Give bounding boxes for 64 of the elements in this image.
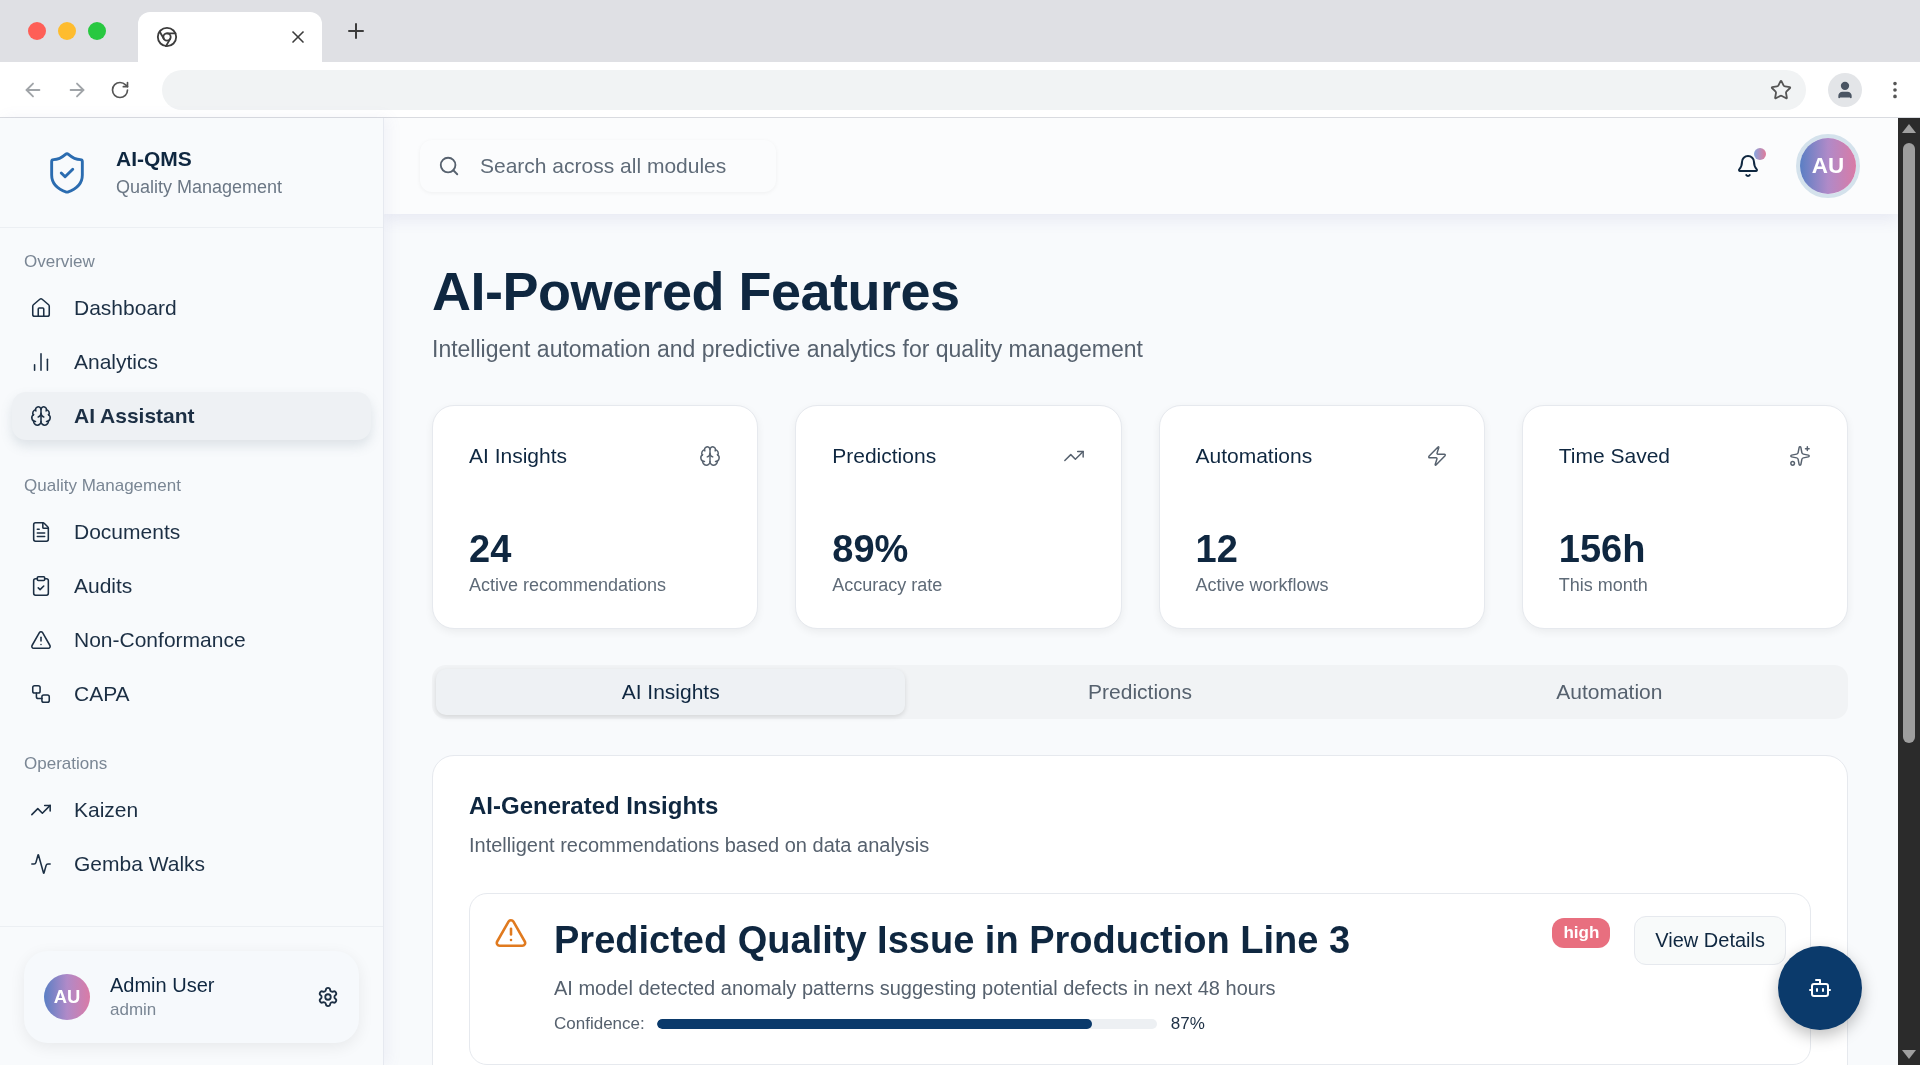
document-icon bbox=[30, 521, 52, 543]
house-icon bbox=[30, 297, 52, 319]
search-icon bbox=[438, 155, 460, 177]
robot-icon bbox=[1808, 976, 1832, 1000]
insight-description: AI model detected anomaly patterns suggesting potential defects in next 48 hours bbox=[554, 977, 1277, 1000]
confidence-value: 87% bbox=[1170, 1014, 1205, 1034]
nav-item[interactable]: AI Assistant bbox=[12, 392, 371, 440]
nav-item[interactable]: Gemba Walks bbox=[12, 840, 371, 888]
view-details-button[interactable]: View Details bbox=[1634, 916, 1786, 965]
confidence-label: Confidence: bbox=[554, 1014, 645, 1034]
star-icon[interactable] bbox=[1770, 78, 1792, 101]
priority-badge: high bbox=[1552, 918, 1611, 948]
stat-title: Predictions bbox=[832, 444, 937, 468]
section-label: Operations bbox=[23, 754, 109, 774]
scrollbar[interactable] bbox=[1898, 118, 1920, 1065]
nav-item[interactable]: Non-Conformance bbox=[12, 616, 371, 664]
workflow-icon bbox=[30, 683, 52, 705]
search-field[interactable]: Search across all modules bbox=[478, 153, 758, 179]
user-avatar: AU bbox=[44, 974, 90, 1020]
warning-icon bbox=[30, 629, 52, 651]
stat-value: 24 bbox=[469, 528, 513, 571]
user-role: admin bbox=[110, 1000, 158, 1020]
stat-caption: Active workflows bbox=[1195, 575, 1330, 596]
app-subtitle: Quality Management bbox=[116, 177, 283, 198]
stat-title: AI Insights bbox=[469, 444, 568, 468]
reload-icon[interactable] bbox=[110, 79, 130, 100]
lightning-icon bbox=[1425, 445, 1448, 467]
sparkles-icon bbox=[1789, 445, 1811, 467]
stat-caption: Active recommendations bbox=[469, 575, 668, 596]
stat-title: Automations bbox=[1195, 444, 1313, 468]
tab[interactable]: AI Insights bbox=[436, 669, 906, 715]
stat-title: Time Saved bbox=[1558, 444, 1670, 468]
insight-title: Predicted Quality Issue in Production Line 3 bbox=[554, 919, 1352, 962]
nav-item[interactable]: Dashboard bbox=[12, 284, 371, 332]
nav-item[interactable]: CAPA bbox=[12, 670, 371, 718]
bell-icon[interactable] bbox=[1736, 154, 1760, 178]
warning-icon bbox=[494, 916, 528, 950]
brain-icon bbox=[30, 405, 52, 427]
panel-subtitle: Intelligent recommendations based on data analysis bbox=[469, 834, 931, 857]
stat-value: 12 bbox=[1195, 528, 1239, 571]
profile-button[interactable] bbox=[1828, 72, 1862, 107]
stat-value: 156h bbox=[1558, 528, 1647, 571]
page-title: AI-Powered Features bbox=[432, 260, 961, 322]
stat-caption: This month bbox=[1558, 575, 1649, 596]
section-label: Overview bbox=[23, 252, 96, 272]
panel-title: AI-Generated Insights bbox=[469, 792, 720, 820]
stat-value: 89% bbox=[832, 528, 910, 571]
person-icon bbox=[1835, 79, 1855, 100]
app-name: AI-QMS bbox=[116, 147, 193, 171]
browser-logo-icon bbox=[156, 26, 178, 48]
brain-icon bbox=[699, 445, 722, 467]
section-label: Quality Management bbox=[23, 476, 182, 496]
tab[interactable]: Automation bbox=[1374, 669, 1844, 715]
nav-item[interactable]: Documents bbox=[12, 508, 371, 556]
stat-caption: Accuracy rate bbox=[832, 575, 944, 596]
nav-item[interactable]: Audits bbox=[12, 562, 371, 610]
clipboard-check-icon bbox=[30, 575, 52, 597]
nav-item[interactable]: Analytics bbox=[12, 338, 371, 386]
user-name: Admin User bbox=[110, 974, 215, 997]
pulse-icon bbox=[30, 853, 52, 875]
nav-item[interactable]: Kaizen bbox=[12, 786, 371, 834]
tab[interactable]: Predictions bbox=[905, 669, 1375, 715]
settings-icon[interactable] bbox=[317, 986, 339, 1008]
page-subtitle: Intelligent automation and predictive analytics for quality management bbox=[432, 336, 1144, 363]
